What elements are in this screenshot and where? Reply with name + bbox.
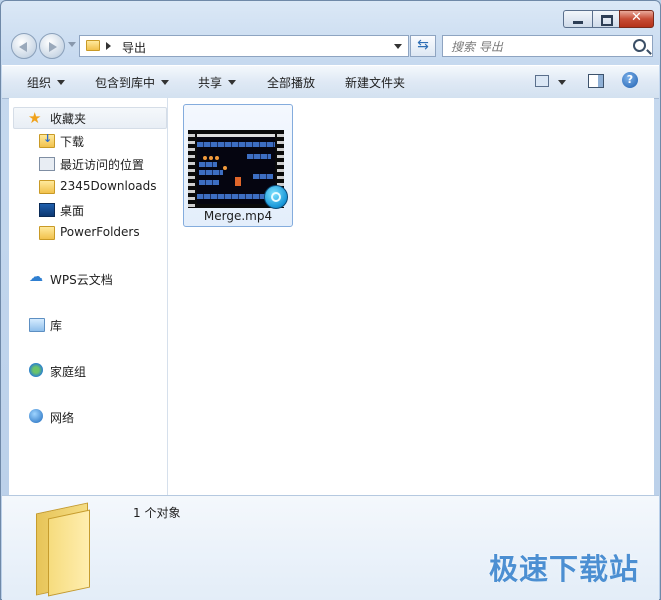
minimize-button[interactable] [563,10,592,28]
breadcrumb-arrow-icon[interactable] [106,42,111,50]
folder-icon [39,226,55,240]
forward-button[interactable] [39,33,65,59]
media-player-icon [264,185,288,209]
close-icon: ✕ [631,10,642,25]
search-box[interactable] [442,35,653,57]
sidebar-item-wps-cloud[interactable]: ☁ WPS云文档 [29,269,159,289]
sidebar-item-label: 库 [50,319,63,333]
details-pane: 1 个对象 极速下载站 [2,495,659,600]
folder-icon [86,40,100,51]
sidebar-item-desktop[interactable]: 桌面 [39,200,159,220]
share-label: 共享 [198,76,223,90]
star-icon: ★ [28,109,42,127]
sidebar-item-libraries[interactable]: 库 [29,315,159,335]
recent-places-icon [39,157,55,171]
address-history-dropdown-icon[interactable] [394,44,402,49]
file-item[interactable]: Merge.mp4 [183,104,293,227]
include-in-library-label: 包含到库中 [95,76,156,90]
library-icon [29,318,45,332]
organize-menu-button[interactable]: 组织 [27,74,66,91]
sidebar-item-powerfolders[interactable]: PowerFolders [39,223,159,243]
back-button[interactable] [11,33,37,59]
organize-label: 组织 [27,76,52,90]
sidebar-item-label: WPS云文档 [50,273,113,287]
include-in-library-menu-button[interactable]: 包含到库中 [95,74,170,91]
chevron-down-icon [161,80,170,85]
sidebar-item-label: 家庭组 [50,365,87,379]
sidebar-item-homegroup[interactable]: 家庭组 [29,361,159,381]
caption-buttons: ✕ [563,10,654,28]
sidebar-item-network[interactable]: 网络 [29,407,159,427]
sidebar-item-label: 下载 [60,135,85,149]
help-icon[interactable]: ? [622,72,638,88]
sidebar-item-label: 2345Downloads [60,179,157,193]
watermark-logo: 极速下载站 [488,552,639,586]
file-name-label: Merge.mp4 [203,209,273,223]
sidebar-item-label: 网络 [50,411,75,425]
sidebar-item-label: 最近访问的位置 [60,158,145,172]
sidebar-item-label: 桌面 [60,204,85,218]
recent-pages-dropdown-icon[interactable] [68,42,76,47]
search-icon[interactable] [633,39,646,52]
sidebar-item-2345downloads[interactable]: 2345Downloads [39,177,159,197]
new-folder-button[interactable]: 新建文件夹 [345,74,405,91]
film-strip-left [188,130,195,208]
address-bar[interactable]: 导出 [79,35,409,57]
navigation-pane: ★ 收藏夹 下载 最近访问的位置 2345Downloads 桌面 PowerF… [9,98,168,495]
chevron-down-icon [57,80,66,85]
change-view-icon[interactable] [535,75,549,87]
chevron-down-icon [228,80,237,85]
search-input[interactable] [449,38,631,56]
character-sprite [235,177,241,186]
refresh-icon: ⇆ [417,37,429,53]
sidebar-item-downloads[interactable]: 下载 [39,131,159,151]
folder-icon [34,502,92,597]
sidebar-item-label: 收藏夹 [50,112,87,126]
network-icon [29,409,43,423]
close-button[interactable]: ✕ [619,10,654,28]
downloads-folder-icon [39,132,55,148]
sidebar-item-recent-places[interactable]: 最近访问的位置 [39,154,159,174]
cloud-icon: ☁ [29,269,43,285]
breadcrumb-current-folder[interactable]: 导出 [122,39,146,56]
share-menu-button[interactable]: 共享 [198,74,237,91]
desktop-icon [39,203,55,217]
preview-pane-icon[interactable] [588,74,604,88]
homegroup-icon [29,363,43,377]
refresh-button[interactable]: ⇆ [410,35,436,57]
play-all-button[interactable]: 全部播放 [267,74,315,91]
view-options-chevron-down-icon[interactable] [558,80,566,85]
folder-icon [39,180,55,194]
command-bar: 组织 包含到库中 共享 全部播放 新建文件夹 ? [2,65,659,99]
explorer-window: ✕ 导出 ⇆ 组织 包含到库中 共享 全部播放 新建文件夹 ? ★ 收藏夹 下载 [0,0,661,600]
sidebar-item-label: PowerFolders [60,225,140,239]
sidebar-item-favorites[interactable]: ★ 收藏夹 [13,107,167,129]
item-count-label: 1 个对象 [133,506,181,520]
maximize-button[interactable] [592,10,619,28]
